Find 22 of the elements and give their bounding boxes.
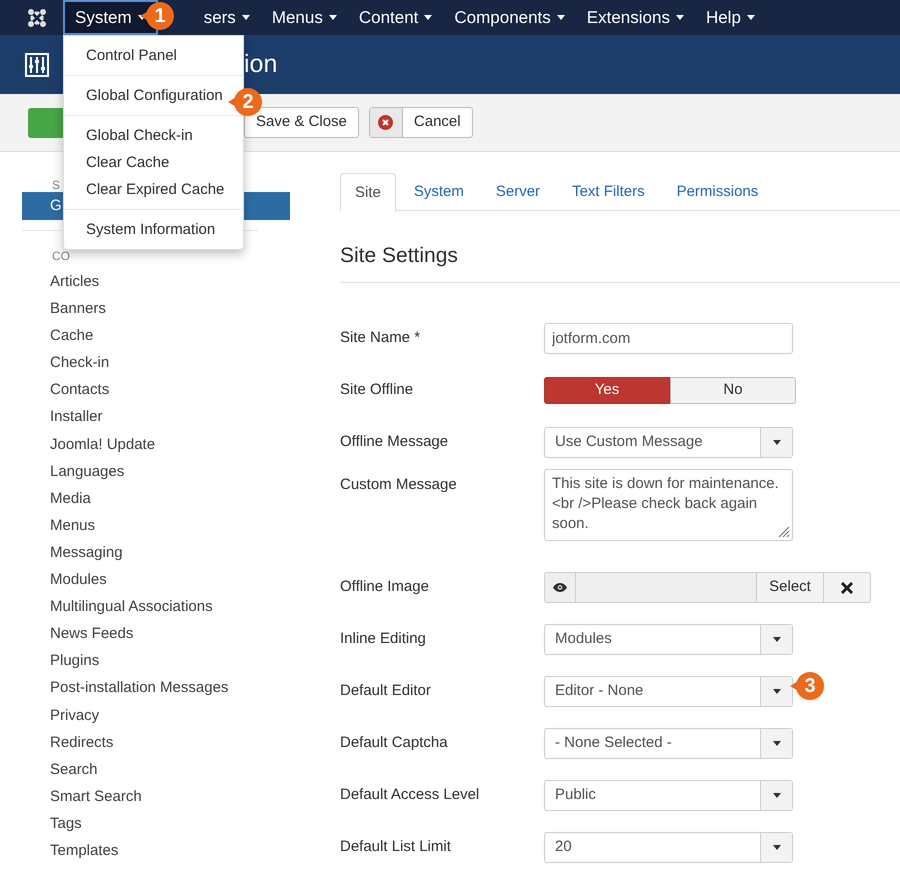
field-label: Default Access Level: [340, 785, 480, 806]
select-value: Public: [554, 785, 597, 806]
sidebar-heading: CO: [52, 249, 70, 263]
field-label: Inline Editing: [340, 629, 427, 650]
select-value: Editor - None: [554, 681, 644, 702]
section-title: Site Settings: [340, 243, 459, 269]
select-value: - None Selected -: [554, 733, 673, 754]
field-label: Default List Limit: [340, 837, 452, 858]
field-label: Offline Message: [340, 432, 450, 452]
select-value: Modules: [554, 629, 613, 650]
field-label: Default Editor: [340, 681, 432, 702]
field-label: Offline Image: [340, 577, 430, 598]
field-label: Default Captcha: [340, 733, 449, 754]
sidebar-heading: S: [52, 178, 60, 192]
callout-number: 3: [796, 672, 824, 700]
select-value: 20: [554, 837, 573, 858]
field-label: Site Offline: [340, 380, 414, 400]
field-label: Custom Message: [340, 474, 458, 494]
page-title: ion: [244, 48, 278, 80]
field-label: Site Name *: [340, 328, 422, 348]
textarea-text: This site is down for maintenance.<br />Please check back again soon.: [552, 474, 779, 532]
select-value: Use Custom Message: [554, 432, 704, 452]
